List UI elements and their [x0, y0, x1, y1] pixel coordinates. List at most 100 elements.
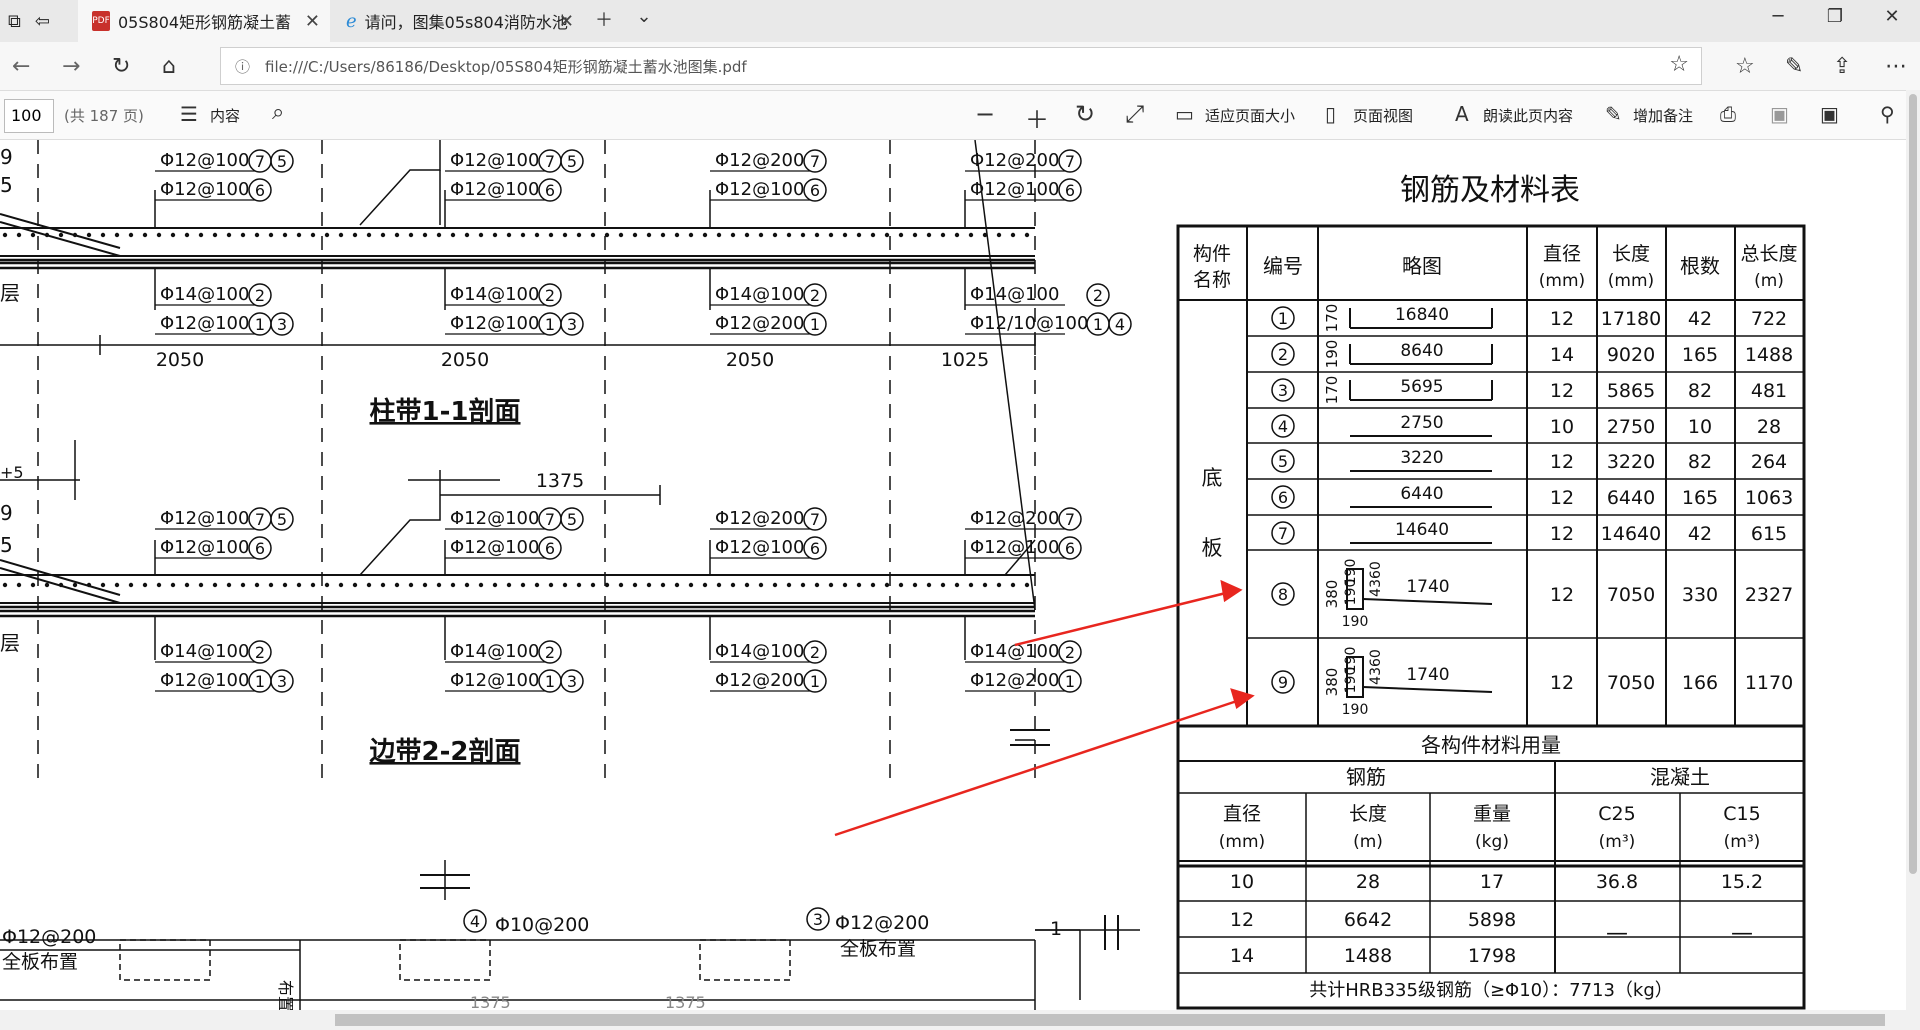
component-name: 板 — [1202, 536, 1223, 560]
pin-icon[interactable]: ⚲ — [1880, 102, 1895, 126]
horizontal-scrollbar[interactable] — [0, 1010, 1920, 1030]
sketch-side: 190 — [1323, 340, 1341, 369]
chevron-down-icon[interactable]: ⌄ — [624, 6, 664, 27]
pen-icon[interactable]: ✎ — [1785, 54, 1803, 79]
table-cell: 2327 — [1745, 584, 1793, 606]
rebar-number: 1 — [1093, 315, 1103, 334]
minimize-icon[interactable]: ─ — [1758, 6, 1798, 27]
table-cell: 42 — [1688, 308, 1712, 330]
search-icon[interactable]: ⌕ — [272, 100, 284, 125]
pdf-document-view[interactable]: 9 5 层 9 5 层 +5 2050 2050 2050 1025 1375 … — [0, 140, 1906, 1010]
back-icon[interactable]: ← — [12, 54, 30, 79]
rebar-number: 6 — [255, 181, 265, 200]
save-icon[interactable]: ▣ — [1770, 102, 1789, 126]
tab-menu-icon[interactable]: ⧉ — [8, 11, 21, 32]
component-name: 底 — [1202, 466, 1223, 490]
forward-icon[interactable]: → — [62, 54, 80, 79]
tab-pdf[interactable]: PDF 05S804矩形钢筋凝土蓄 ✕ — [78, 0, 330, 42]
new-tab-icon[interactable]: ＋ — [584, 6, 624, 32]
favorites-icon[interactable]: ☆ — [1735, 54, 1755, 79]
zoom-out-icon[interactable]: − — [975, 100, 995, 128]
rebar-number: 1 — [545, 315, 555, 334]
fullscreen-icon[interactable]: ⤢ — [1125, 100, 1144, 128]
rebar-number: 7 — [545, 152, 555, 171]
share-icon[interactable]: ⇪ — [1833, 54, 1851, 79]
rebar-number: 7 — [1065, 152, 1075, 171]
table-cell: 12 — [1550, 672, 1574, 694]
close-icon[interactable]: ✕ — [305, 11, 320, 32]
sketch-length: 2750 — [1400, 413, 1443, 433]
dimension-label: 1375 — [665, 993, 706, 1010]
empty-cell: — — [1606, 921, 1628, 946]
table-cell: 14 — [1550, 344, 1574, 366]
tab-question[interactable]: ℯ 请问，图集05s804消防水池 ✕ — [334, 0, 584, 42]
dimension-label: 2050 — [441, 349, 489, 371]
rebar-number: 5 — [277, 152, 287, 171]
table-cell: 1488 — [1344, 945, 1392, 967]
close-icon[interactable]: ✕ — [559, 11, 574, 32]
rebar-spec: Φ12@100 — [450, 670, 539, 691]
rebar-number: 7 — [255, 152, 265, 171]
fit-page-button[interactable]: 适应页面大小 — [1205, 105, 1295, 126]
table-cell: 10 — [1230, 871, 1254, 893]
zoom-in-icon[interactable]: ＋ — [1025, 100, 1049, 135]
print-icon[interactable]: ⎙ — [1720, 102, 1736, 126]
hook-dim: 4360 — [1368, 649, 1384, 685]
rebar-spec: Φ12@200 — [970, 508, 1059, 529]
table-header: 总长度 — [1740, 243, 1797, 265]
rebar-spec: Φ12@100 — [160, 508, 249, 529]
info-icon[interactable]: ⓘ — [235, 56, 250, 77]
table-cell: 481 — [1751, 380, 1787, 402]
sketch-length: 14640 — [1395, 520, 1449, 540]
rebar-number: 2 — [545, 286, 555, 305]
vertical-scrollbar[interactable] — [1906, 90, 1920, 1010]
read-aloud-icon[interactable]: A — [1455, 102, 1469, 126]
list-icon[interactable]: ☰ — [180, 102, 198, 126]
home-icon[interactable]: ⌂ — [162, 54, 176, 79]
scroll-thumb[interactable] — [335, 1014, 1885, 1026]
page-total: (共 187 页) — [64, 107, 144, 125]
table-cell: 12 — [1550, 451, 1574, 473]
maximize-icon[interactable]: ❐ — [1815, 6, 1855, 27]
table-header: 根数 — [1680, 254, 1720, 278]
table-cell: 82 — [1688, 451, 1712, 473]
rebar-spec: Φ12@200 — [715, 670, 804, 691]
refresh-icon[interactable]: ↻ — [112, 54, 130, 79]
read-aloud-button[interactable]: 朗读此页内容 — [1483, 105, 1573, 126]
rebar-number: 2 — [1278, 345, 1288, 364]
window-close-icon[interactable]: ✕ — [1872, 6, 1912, 27]
rebar-spec: Φ12@200 — [715, 508, 804, 529]
scroll-thumb[interactable] — [1909, 94, 1917, 874]
tab-actions: ⧉ ⇦ — [0, 0, 70, 42]
material-header: (mm) — [1219, 832, 1265, 852]
contents-button[interactable]: 内容 — [210, 105, 240, 126]
rebar-number: 2 — [255, 286, 265, 305]
rebar-spec: Φ12@200 — [715, 150, 804, 171]
save-as-icon[interactable]: ▣ — [1820, 102, 1839, 126]
left-fragment: 层 — [0, 631, 20, 655]
url-field[interactable]: ⓘ file:///C:/Users/86186/Desktop/05S804矩… — [220, 47, 1702, 85]
rotate-icon[interactable]: ↻ — [1075, 100, 1095, 128]
page-view-icon[interactable]: ▯ — [1325, 102, 1336, 126]
hook-dim: 190 — [1343, 667, 1359, 694]
material-header: 重量 — [1473, 803, 1511, 825]
page-number-input[interactable]: 100 — [4, 99, 54, 133]
page-view-button[interactable]: 页面视图 — [1353, 105, 1413, 126]
rebar-number: 7 — [810, 510, 820, 529]
left-fragment: 5 — [0, 173, 13, 197]
table-cell: 36.8 — [1596, 871, 1638, 893]
tab-back-icon[interactable]: ⇦ — [35, 11, 50, 32]
empty-cell: — — [1731, 921, 1753, 946]
table-cell: 9020 — [1607, 344, 1655, 366]
rebar-spec: Φ14@100 — [450, 641, 539, 662]
pdf-icon: PDF — [92, 11, 110, 31]
more-icon[interactable]: ⋯ — [1885, 54, 1907, 79]
section-1-title: 柱带1-1剖面 — [370, 396, 521, 427]
rebar-number: 6 — [545, 181, 555, 200]
fit-page-icon[interactable]: ▭ — [1175, 102, 1194, 126]
add-note-icon[interactable]: ✎ — [1605, 102, 1622, 126]
rebar-spec: Φ12/10@100 — [970, 313, 1088, 334]
favorite-star-icon[interactable]: ☆ — [1669, 52, 1689, 77]
add-note-button[interactable]: 增加备注 — [1633, 105, 1693, 126]
table-cell: 166 — [1682, 672, 1718, 694]
